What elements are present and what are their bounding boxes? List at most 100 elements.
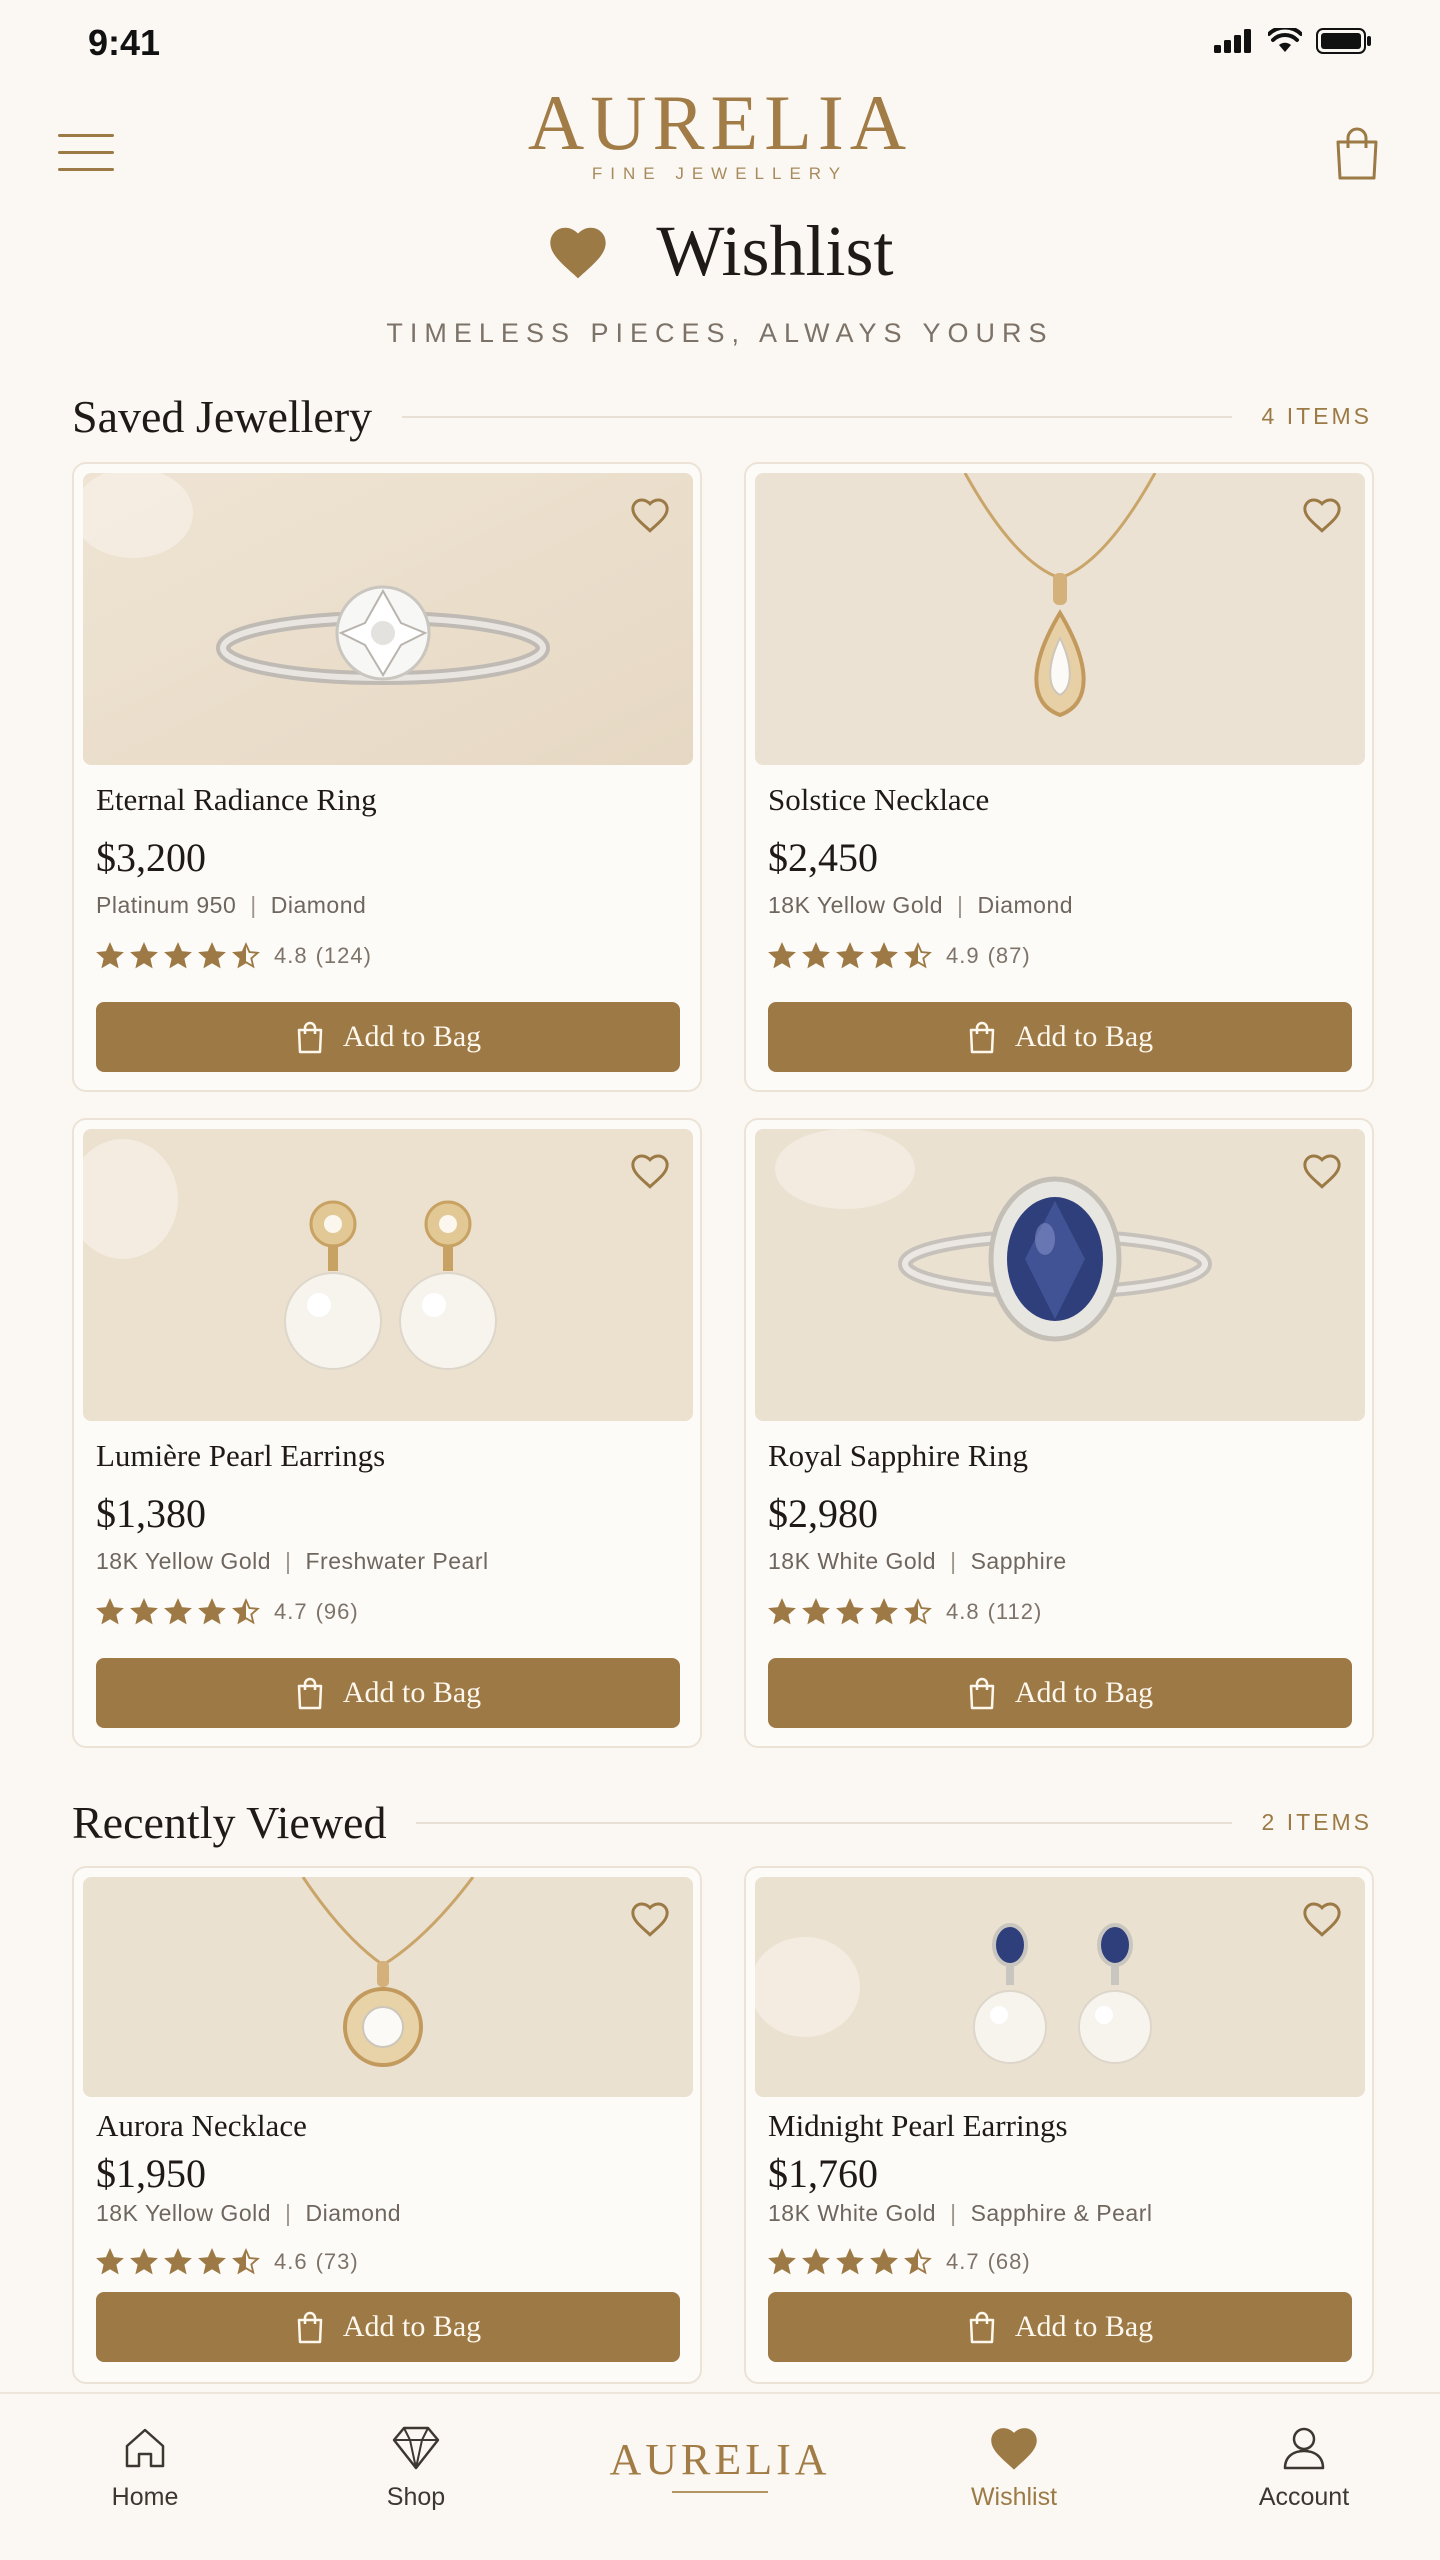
- add-to-bag-label: Add to Bag: [1014, 2310, 1154, 2343]
- add-to-bag-button[interactable]: Add to Bag: [96, 1002, 680, 1072]
- status-icons: [1214, 28, 1372, 54]
- meta-separator: |: [250, 892, 257, 918]
- status-time: 9:41: [88, 22, 161, 63]
- metal-label: 18K Yellow Gold: [768, 892, 944, 918]
- nav-label: Home: [111, 2483, 179, 2511]
- heart-outline-icon: [1303, 1902, 1341, 1937]
- nav-label: Shop: [386, 2483, 446, 2511]
- meta-separator: |: [285, 2200, 292, 2226]
- shopping-bag-icon: [297, 2311, 323, 2344]
- product-image[interactable]: [83, 1129, 693, 1421]
- nav-wishlist[interactable]: Wishlist: [914, 2424, 1114, 2512]
- shopping-bag-icon: [969, 1677, 995, 1710]
- add-to-bag-button[interactable]: Add to Bag: [96, 1658, 680, 1728]
- product-image[interactable]: [755, 1877, 1365, 2097]
- item-count: 4 ITEMS: [1261, 403, 1372, 429]
- product-rating: 4.9 (87): [768, 942, 1031, 970]
- product-card[interactable]: Midnight Pearl Earrings $1,760 18K White…: [744, 1866, 1374, 2384]
- product-card[interactable]: Eternal Radiance Ring $3,200 Platinum 95…: [72, 462, 702, 1092]
- review-count: (124): [315, 943, 372, 968]
- favorite-button[interactable]: [1301, 1899, 1343, 1939]
- favorite-button[interactable]: [629, 495, 671, 535]
- product-image[interactable]: [755, 473, 1365, 765]
- add-to-bag-button[interactable]: Add to Bag: [96, 2292, 680, 2362]
- diamond-icon: [392, 2426, 440, 2470]
- rating-value: 4.7: [274, 1599, 308, 1624]
- product-rating: 4.8 (124): [96, 942, 372, 970]
- star-icon: [904, 1598, 932, 1625]
- star-icon: [130, 1598, 158, 1625]
- necklace-image: [83, 1877, 693, 2097]
- favorite-button[interactable]: [629, 1151, 671, 1191]
- star-icon: [904, 2248, 932, 2275]
- heart-filled-icon: [550, 227, 607, 278]
- star-rating: [96, 942, 260, 970]
- product-card[interactable]: Aurora Necklace $1,950 18K Yellow Gold | D…: [72, 1866, 702, 2384]
- brand-tagline: FINE JEWELLERY: [591, 164, 849, 183]
- home-icon: [125, 2428, 165, 2468]
- add-to-bag-label: Add to Bag: [1014, 1020, 1154, 1053]
- rating-value: 4.8: [946, 1599, 980, 1624]
- star-icon: [198, 942, 226, 969]
- stone-label: Sapphire & Pearl: [970, 2200, 1153, 2226]
- add-to-bag-button[interactable]: Add to Bag: [768, 2292, 1352, 2362]
- nav-brand-name: AURELIA: [609, 2435, 831, 2484]
- product-image[interactable]: [755, 1129, 1365, 1421]
- favorite-button[interactable]: [629, 1899, 671, 1939]
- nav-account[interactable]: Account: [1204, 2424, 1404, 2512]
- favorite-button[interactable]: [1301, 495, 1343, 535]
- nav-shop[interactable]: Shop: [316, 2424, 516, 2512]
- product-name[interactable]: Royal Sapphire Ring: [768, 1438, 1028, 1474]
- favorite-button[interactable]: [1301, 1151, 1343, 1191]
- recent-section-header: Recently Viewed 2 ITEMS: [72, 1796, 1372, 1849]
- product-price: $2,980: [768, 1491, 878, 1536]
- add-to-bag-button[interactable]: Add to Bag: [768, 1658, 1352, 1728]
- page-subtitle: TIMELESS PIECES, ALWAYS YOURS: [386, 318, 1054, 348]
- add-to-bag-label: Add to Bag: [342, 1676, 482, 1709]
- stone-label: Diamond: [305, 2200, 402, 2226]
- review-count: (87): [987, 943, 1031, 968]
- star-rating: [96, 2248, 260, 2276]
- product-name[interactable]: Eternal Radiance Ring: [96, 782, 377, 818]
- review-count: (96): [315, 1599, 359, 1624]
- stone-label: Sapphire: [970, 1548, 1067, 1574]
- metal-label: 18K White Gold: [768, 2200, 937, 2226]
- shopping-bag-icon: [297, 1021, 323, 1054]
- brand-logo[interactable]: AURELIA FINE JEWELLERY: [0, 78, 1440, 184]
- necklace-image: [755, 473, 1365, 765]
- star-icon: [164, 942, 192, 969]
- product-name[interactable]: Lumière Pearl Earrings: [96, 1438, 385, 1474]
- star-rating: [768, 1598, 932, 1626]
- divider: [416, 1821, 1232, 1824]
- product-name[interactable]: Solstice Necklace: [768, 782, 989, 818]
- meta-separator: |: [285, 1548, 292, 1574]
- item-count: 2 ITEMS: [1261, 1809, 1372, 1835]
- product-card[interactable]: Lumière Pearl Earrings $1,380 18K Yellow…: [72, 1118, 702, 1748]
- star-icon: [96, 2248, 124, 2275]
- product-price: $1,760: [768, 2151, 878, 2196]
- shopping-bag-icon: [1336, 127, 1378, 180]
- page-title-row: Wishlist: [0, 210, 1440, 293]
- shopping-bag-button[interactable]: [1332, 126, 1382, 182]
- star-icon: [768, 942, 796, 969]
- product-image[interactable]: [83, 1877, 693, 2097]
- product-image[interactable]: [83, 473, 693, 765]
- product-name[interactable]: Midnight Pearl Earrings: [768, 2108, 1068, 2144]
- star-icon: [870, 942, 898, 969]
- metal-label: 18K White Gold: [768, 1548, 937, 1574]
- page-title: Wishlist: [656, 211, 894, 291]
- product-card[interactable]: Royal Sapphire Ring $2,980 18K White Gol…: [744, 1118, 1374, 1748]
- product-material: 18K Yellow Gold | Diamond: [768, 892, 1073, 919]
- rating-value: 4.9: [946, 943, 980, 968]
- star-icon: [198, 2248, 226, 2275]
- heart-outline-icon: [1303, 1154, 1341, 1189]
- add-to-bag-button[interactable]: Add to Bag: [768, 1002, 1352, 1072]
- shopping-bag-icon: [969, 1021, 995, 1054]
- nav-brand-logo[interactable]: AURELIA: [520, 2434, 920, 2493]
- product-price: $2,450: [768, 835, 878, 880]
- nav-label: Wishlist: [970, 2483, 1058, 2511]
- product-card[interactable]: Solstice Necklace $2,450 18K Yellow Gold…: [744, 462, 1374, 1092]
- product-material: 18K White Gold | Sapphire & Pearl: [768, 2200, 1152, 2227]
- nav-home[interactable]: Home: [45, 2424, 245, 2512]
- product-name[interactable]: Aurora Necklace: [96, 2108, 307, 2144]
